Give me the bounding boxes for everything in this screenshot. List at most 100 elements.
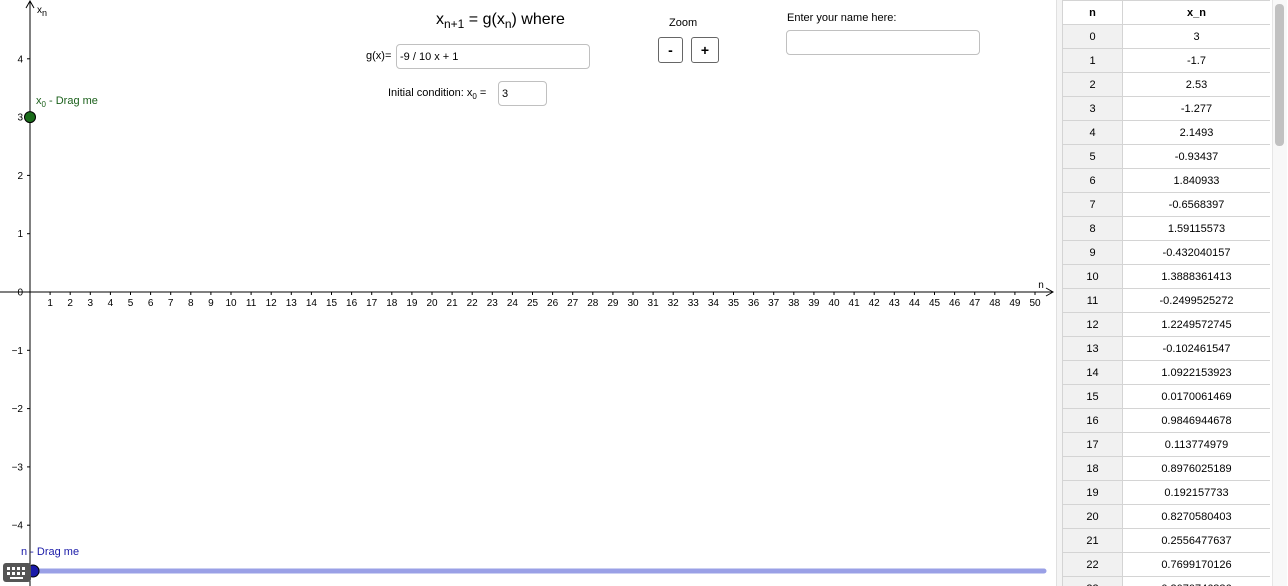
xn-value-cell[interactable]: 2.1493: [1122, 120, 1270, 145]
row-index-cell[interactable]: 20: [1062, 504, 1123, 529]
x0-point[interactable]: [24, 111, 36, 124]
table-row: 12 1.2249572745: [1062, 312, 1270, 337]
x-tick-label: 45: [929, 298, 941, 309]
xn-value-cell[interactable]: 0.8976025189: [1122, 456, 1270, 481]
x-tick-label: 20: [426, 298, 438, 309]
row-index-cell[interactable]: 22: [1062, 552, 1123, 577]
xn-value-cell[interactable]: 0.9846944678: [1122, 408, 1270, 433]
table-row: 22 0.7699170126: [1062, 552, 1270, 577]
y-axis-label: xn: [37, 5, 47, 18]
y-tick-label: 4: [17, 54, 23, 65]
x-tick-label: 8: [188, 298, 194, 309]
spreadsheet-view[interactable]: n x_n 0 3 1 -1.7 2 2.53 3 -1.277 4 2.1493 5 -0.9343…: [1062, 0, 1270, 586]
xn-value-cell[interactable]: -1.7: [1122, 48, 1270, 73]
row-index-cell[interactable]: 2: [1062, 72, 1123, 97]
table-scrollbar[interactable]: [1272, 0, 1287, 586]
zoom-in-button[interactable]: +: [691, 37, 719, 63]
xn-value-cell[interactable]: 3: [1122, 24, 1270, 49]
row-index-cell[interactable]: 10: [1062, 264, 1123, 289]
scrollbar-thumb[interactable]: [1275, 4, 1284, 146]
x-tick-label: 32: [668, 298, 680, 309]
row-index-cell[interactable]: 14: [1062, 360, 1123, 385]
gx-input[interactable]: [396, 44, 590, 69]
xn-value-cell[interactable]: -0.2499525272: [1122, 288, 1270, 313]
x-tick-label: 5: [128, 298, 134, 309]
xn-value-cell[interactable]: -0.93437: [1122, 144, 1270, 169]
xn-value-cell[interactable]: 1.2249572745: [1122, 312, 1270, 337]
column-header-xn[interactable]: x_n: [1122, 0, 1270, 25]
xn-value-cell[interactable]: 1.3888361413: [1122, 264, 1270, 289]
zoom-out-button[interactable]: -: [658, 37, 683, 63]
row-index-cell[interactable]: 19: [1062, 480, 1123, 505]
x-tick-label: 16: [346, 298, 358, 309]
xn-value-cell[interactable]: 1.59115573: [1122, 216, 1270, 241]
graphics-view[interactable]: 1 2 3 4 5 6 7 8 9 10 11 12 13 14 15 16 17 18 19 20 21 22 23 24 2…: [0, 0, 1056, 586]
xn-value-cell[interactable]: 0.192157733: [1122, 480, 1270, 505]
table-row: 03: [1062, 24, 1270, 49]
x-tick-label: 42: [869, 298, 881, 309]
xn-value-cell[interactable]: 0.7699170126: [1122, 552, 1270, 577]
row-index-cell[interactable]: 4: [1062, 120, 1123, 145]
y-tick-label: 2: [17, 171, 23, 182]
table-row: 8 1.59115573: [1062, 216, 1270, 241]
row-index-cell[interactable]: 23: [1062, 576, 1123, 586]
zoom-label: Zoom: [669, 17, 698, 29]
x-tick-label: 19: [406, 298, 418, 309]
row-index-cell[interactable]: 15: [1062, 384, 1123, 409]
x-tick-label: 36: [748, 298, 760, 309]
row-index-cell[interactable]: 18: [1062, 456, 1123, 481]
x-tick-label: 31: [648, 298, 660, 309]
xn-value-cell[interactable]: 0.8270580403: [1122, 504, 1270, 529]
row-index-cell[interactable]: 21: [1062, 528, 1123, 553]
x-tick-label: 9: [208, 298, 214, 309]
xn-value-cell[interactable]: -0.102461547: [1122, 336, 1270, 361]
x-tick-label: 7: [168, 298, 174, 309]
xn-value-cell[interactable]: 2.53: [1122, 72, 1270, 97]
xn-value-cell[interactable]: -0.432040157: [1122, 240, 1270, 265]
x-tick-label: 50: [1029, 298, 1041, 309]
keyboard-icon[interactable]: [3, 563, 31, 582]
gx-label: g(x)=: [366, 50, 392, 62]
x-tick-label: 25: [527, 298, 539, 309]
xn-value-cell[interactable]: 0.3070746886: [1122, 576, 1270, 586]
row-index-cell[interactable]: 13: [1062, 336, 1123, 361]
row-index-cell[interactable]: 0: [1062, 24, 1123, 49]
y-tick-label: 1: [17, 229, 23, 240]
xn-value-cell[interactable]: 0.113774979: [1122, 432, 1270, 457]
row-index-cell[interactable]: 8: [1062, 216, 1123, 241]
row-index-cell[interactable]: 3: [1062, 96, 1123, 121]
x-tick-label: 2: [67, 298, 73, 309]
row-index-cell[interactable]: 1: [1062, 48, 1123, 73]
row-index-cell[interactable]: 16: [1062, 408, 1123, 433]
x-tick-label: 47: [969, 298, 981, 309]
row-index-cell[interactable]: 7: [1062, 192, 1123, 217]
x-tick-label: 43: [889, 298, 901, 309]
xn-value-cell[interactable]: 0.0170061469: [1122, 384, 1270, 409]
x-tick-label: 22: [467, 298, 479, 309]
table-row: 14 1.0922153923: [1062, 360, 1270, 385]
xn-value-cell[interactable]: 0.2556477637: [1122, 528, 1270, 553]
x-tick-label: 40: [828, 298, 840, 309]
y-tick-label: −2: [12, 404, 24, 415]
column-header-n[interactable]: n: [1062, 0, 1123, 25]
row-index-cell[interactable]: 9: [1062, 240, 1123, 265]
row-index-cell[interactable]: 12: [1062, 312, 1123, 337]
x-tick-label: 28: [587, 298, 599, 309]
name-field-label: Enter your name here:: [787, 12, 897, 24]
row-index-cell[interactable]: 5: [1062, 144, 1123, 169]
row-index-cell[interactable]: 6: [1062, 168, 1123, 193]
x-tick-label: 27: [567, 298, 579, 309]
table-row: 16 0.9846944678: [1062, 408, 1270, 433]
xn-value-cell[interactable]: 1.840933: [1122, 168, 1270, 193]
table-row: 9 -0.432040157: [1062, 240, 1270, 265]
xn-value-cell[interactable]: 1.0922153923: [1122, 360, 1270, 385]
row-index-cell[interactable]: 17: [1062, 432, 1123, 457]
table-row: 17 0.113774979: [1062, 432, 1270, 457]
x-tick-label: 37: [768, 298, 780, 309]
name-input[interactable]: [786, 30, 980, 55]
row-index-cell[interactable]: 11: [1062, 288, 1123, 313]
xn-value-cell[interactable]: -1.277: [1122, 96, 1270, 121]
initial-condition-input[interactable]: [498, 81, 547, 106]
table-row: 1 -1.7: [1062, 48, 1270, 73]
xn-value-cell[interactable]: -0.6568397: [1122, 192, 1270, 217]
